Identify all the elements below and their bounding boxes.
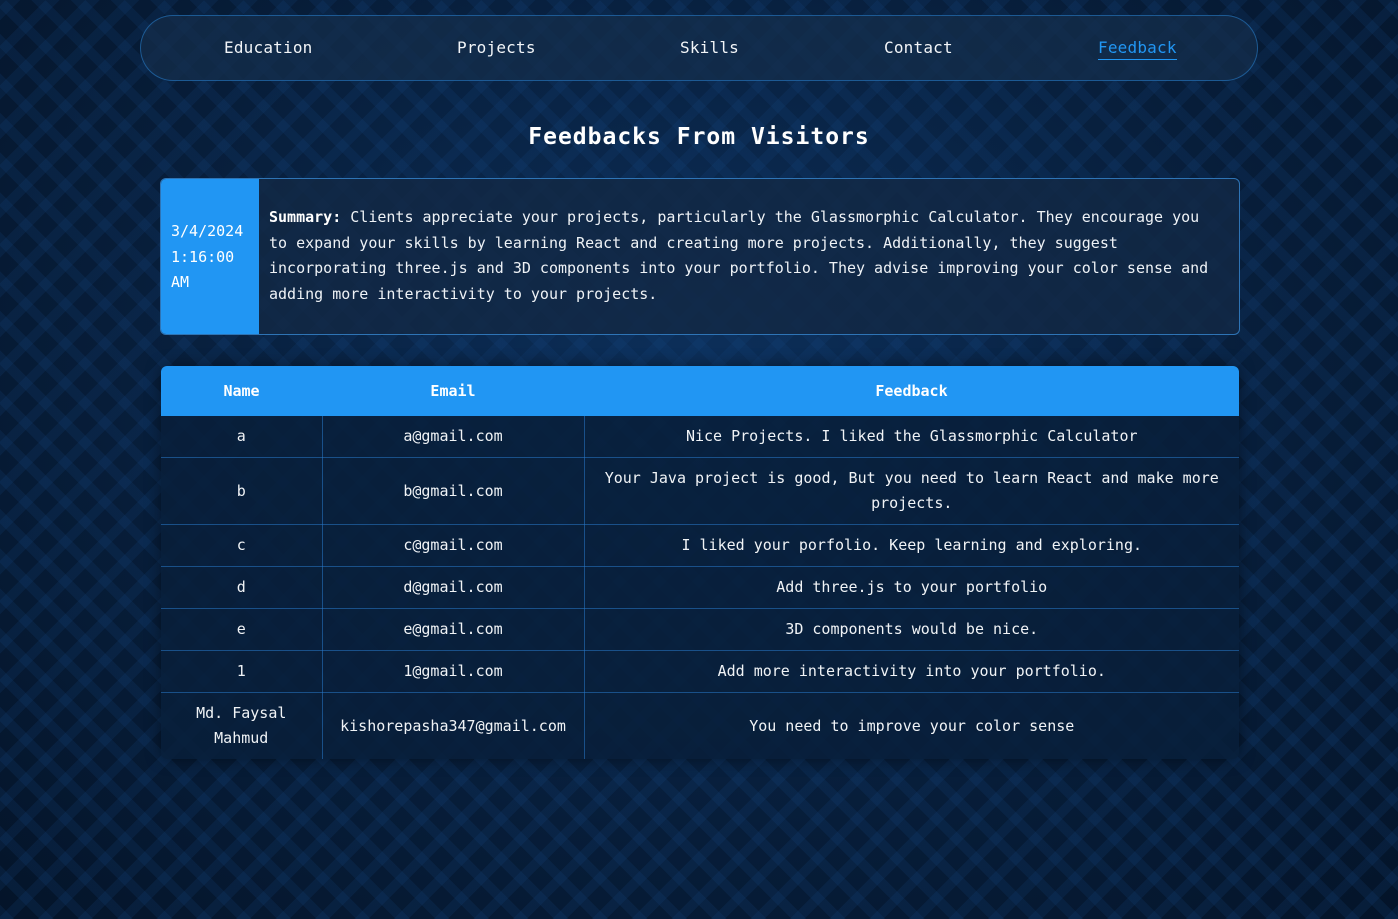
cell-feedback: Add more interactivity into your portfol… (584, 650, 1239, 693)
nav-item-projects[interactable]: Projects (457, 38, 536, 57)
summary-text: Clients appreciate your projects, partic… (269, 208, 1209, 303)
cell-feedback: 3D components would be nice. (584, 608, 1239, 651)
summary-date-time: 1:16:00 (171, 247, 235, 266)
cell-name: d (161, 566, 323, 609)
cell-feedback: I liked your porfolio. Keep learning and… (584, 524, 1239, 567)
summary-label: Summary: (269, 208, 342, 226)
summary-body: Summary: Clients appreciate your project… (259, 179, 1239, 334)
summary-date-day: 3/4/2024 (171, 222, 244, 240)
summary-date-meridiem: AM (171, 273, 190, 291)
cell-email: b@gmail.com (322, 457, 585, 525)
table-row: a a@gmail.com Nice Projects. I liked the… (161, 416, 1239, 458)
table-row: d d@gmail.com Add three.js to your portf… (161, 566, 1239, 609)
cell-name: Md. Faysal Mahmud (161, 692, 323, 759)
column-header-name: Name (161, 366, 322, 416)
cell-feedback: You need to improve your color sense (749, 716, 1075, 735)
summary-card: 3/4/2024 1:16:00 AM Summary: Clients app… (160, 178, 1240, 335)
table-row: c c@gmail.com I liked your porfolio. Kee… (161, 524, 1239, 567)
cell-name: b (161, 457, 323, 525)
page-title: Feedbacks From Visitors (528, 124, 870, 150)
table-row: e e@gmail.com 3D components would be nic… (161, 608, 1239, 651)
table-header-row: Name Email Feedback (161, 366, 1239, 416)
summary-date: 3/4/2024 1:16:00 AM (161, 179, 259, 334)
cell-name: 1 (161, 650, 323, 693)
table-row: b b@gmail.com Your Java project is good,… (161, 457, 1239, 525)
cell-email: kishorepasha347@gmail.com (322, 692, 585, 759)
cell-email: d@gmail.com (322, 566, 585, 609)
table-row: Md. Faysal Mahmud kishorepasha347@gmail.… (161, 692, 1239, 759)
cell-email: a@gmail.com (322, 416, 585, 458)
cell-name: c (161, 524, 323, 567)
feedback-table: Name Email Feedback a a@gmail.com Nice P… (161, 366, 1239, 759)
column-header-email: Email (322, 366, 584, 416)
nav-item-skills[interactable]: Skills (680, 38, 739, 57)
nav-item-education[interactable]: Education (224, 38, 313, 57)
cell-email: 1@gmail.com (322, 650, 585, 693)
cell-name: e (161, 608, 323, 651)
cell-feedback: Nice Projects. I liked the Glassmorphic … (584, 416, 1239, 458)
cell-email: e@gmail.com (322, 608, 585, 651)
cell-feedback: Add three.js to your portfolio (584, 566, 1239, 609)
cell-name: a (161, 416, 323, 458)
nav-item-contact[interactable]: Contact (884, 38, 953, 57)
nav-item-feedback[interactable]: Feedback (1098, 38, 1177, 60)
top-navbar: Education Projects Skills Contact Feedba… (140, 15, 1258, 81)
column-header-feedback: Feedback (584, 366, 1239, 416)
table-row: 1 1@gmail.com Add more interactivity int… (161, 650, 1239, 693)
feedback-table-container: Name Email Feedback a a@gmail.com Nice P… (161, 366, 1239, 759)
cell-email: c@gmail.com (322, 524, 585, 567)
cell-feedback: Your Java project is good, But you need … (584, 457, 1239, 525)
